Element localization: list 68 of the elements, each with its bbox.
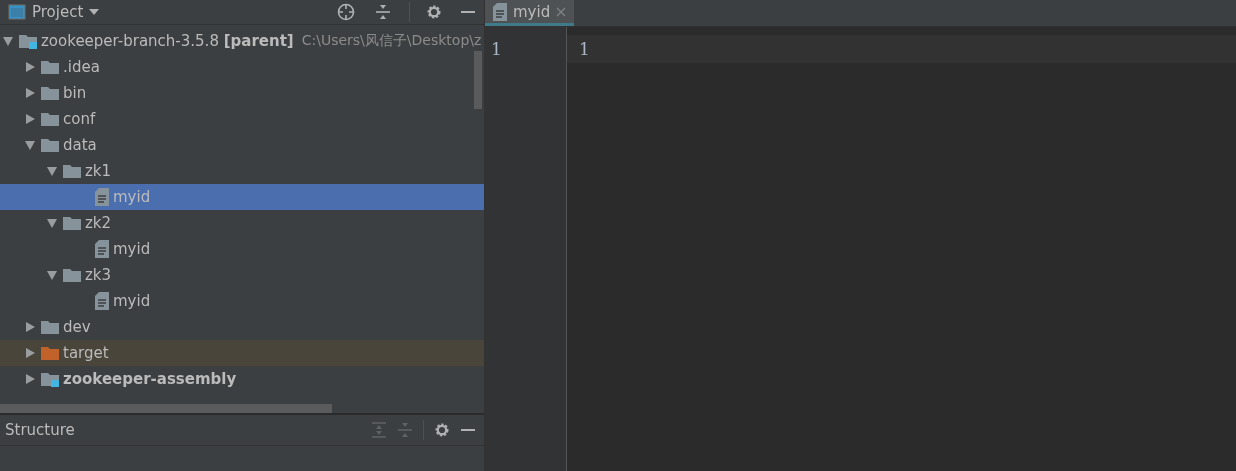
tree-label: data: [63, 136, 97, 154]
locate-icon[interactable]: [337, 3, 355, 21]
collapsed-arrow-icon[interactable]: [24, 373, 36, 385]
folder-icon: [41, 137, 59, 153]
tree-row[interactable]: zk2: [0, 210, 484, 236]
file-icon: [95, 292, 109, 310]
tree-row[interactable]: myid: [0, 236, 484, 262]
editor-tab[interactable]: myid: [485, 0, 575, 26]
tree-row[interactable]: zk1: [0, 158, 484, 184]
tree-label: .idea: [63, 58, 100, 76]
tree-label: zookeeper-assembly: [63, 370, 237, 388]
module-folder-icon: [19, 33, 37, 49]
collapsed-arrow-icon[interactable]: [24, 61, 36, 73]
collapsed-arrow-icon[interactable]: [24, 87, 36, 99]
folder-icon: [63, 267, 81, 283]
folder-icon: [41, 59, 59, 75]
collapse-all-icon[interactable]: [375, 4, 391, 20]
close-icon[interactable]: [556, 6, 567, 17]
tab-label: myid: [513, 2, 551, 21]
file-icon: [493, 2, 507, 21]
path-text: C:\Users\风信子\Desktop\z: [301, 32, 482, 50]
tree-label: zk2: [85, 214, 112, 232]
tree-row[interactable]: zk3: [0, 262, 484, 288]
tree-row[interactable]: .idea: [0, 54, 484, 80]
panel-title[interactable]: Structure: [5, 421, 75, 439]
settings-icon[interactable]: [426, 4, 442, 20]
tree-label: myid: [113, 188, 151, 206]
module-folder-icon: [41, 371, 59, 387]
panel-title[interactable]: Project: [32, 3, 84, 21]
horizontal-scrollbar[interactable]: [0, 404, 332, 413]
folder-icon: [41, 345, 59, 361]
tree-label: zk1: [85, 162, 112, 180]
folder-icon: [41, 111, 59, 127]
tree-label: myid: [113, 240, 151, 258]
tree-label: conf: [63, 110, 96, 128]
expanded-arrow-icon[interactable]: [46, 217, 58, 229]
collapsed-arrow-icon[interactable]: [24, 347, 36, 359]
tree-row[interactable]: bin: [0, 80, 484, 106]
file-icon: [95, 188, 109, 206]
tree-row[interactable]: conf: [0, 106, 484, 132]
tree-label: zookeeper-branch-3.5.8 [parent]: [41, 32, 294, 50]
expanded-arrow-icon[interactable]: [24, 139, 36, 151]
folder-icon: [41, 85, 59, 101]
folder-icon: [63, 163, 81, 179]
tree-row[interactable]: dev: [0, 314, 484, 340]
tree-row[interactable]: data: [0, 132, 484, 158]
window-icon: [8, 4, 26, 20]
expanded-arrow-icon[interactable]: [2, 35, 14, 47]
collapsed-arrow-icon[interactable]: [24, 321, 36, 333]
folder-icon: [41, 319, 59, 335]
dropdown-caret-icon[interactable]: [89, 8, 100, 16]
tree-row[interactable]: zookeeper-assembly: [0, 366, 484, 392]
tree-label: target: [63, 344, 109, 362]
folder-icon: [63, 215, 81, 231]
tree-label: myid: [113, 292, 151, 310]
expanded-arrow-icon[interactable]: [46, 165, 58, 177]
tree-row[interactable]: myid: [0, 288, 484, 314]
tree-row[interactable]: zookeeper-branch-3.5.8 [parent] C:\Users\风信子\Desktop\z: [0, 28, 484, 54]
file-icon: [95, 240, 109, 258]
collapsed-arrow-icon[interactable]: [24, 113, 36, 125]
line-number: 1: [490, 38, 503, 61]
vertical-scrollbar[interactable]: [474, 51, 482, 109]
tree-label: zk3: [85, 266, 112, 284]
tree-row[interactable]: target: [0, 340, 484, 366]
settings-icon[interactable]: [434, 422, 450, 438]
tree-label: bin: [63, 84, 87, 102]
expanded-arrow-icon[interactable]: [46, 269, 58, 281]
tree-label: dev: [63, 318, 91, 336]
